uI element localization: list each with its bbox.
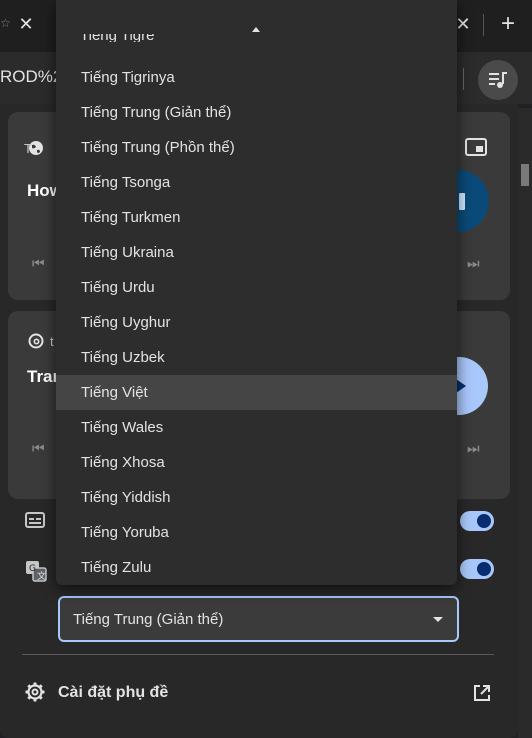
language-option[interactable]: Tiếng Ukraina xyxy=(56,235,457,270)
scrollbar-thumb[interactable] xyxy=(521,164,529,186)
toggle-knob xyxy=(477,514,491,528)
caption-language-select[interactable]: Tiếng Trung (Giản thể) xyxy=(58,596,459,642)
language-option[interactable]: Tiếng Zulu xyxy=(56,550,457,585)
language-option[interactable]: Tiếng Tsonga xyxy=(56,165,457,200)
translate-icon: G 文 xyxy=(26,561,47,582)
previous-track-icon-2[interactable]: ⏮ xyxy=(32,440,45,457)
gear-icon xyxy=(25,682,45,702)
open-in-new-icon[interactable] xyxy=(472,683,492,703)
language-option[interactable]: Tiếng Uzbek xyxy=(56,340,457,375)
divider xyxy=(22,654,494,655)
tab-separator xyxy=(483,14,484,36)
page-scrollbar[interactable] xyxy=(518,108,532,738)
chevron-down-icon xyxy=(433,617,443,622)
previous-track-icon[interactable]: ⏮ xyxy=(32,255,45,272)
address-bar-text[interactable]: ROD%2 xyxy=(0,67,62,87)
language-option[interactable]: Tiếng Yiddish xyxy=(56,480,457,515)
language-option[interactable]: Tiếng Turkmen xyxy=(56,200,457,235)
translate-toggle[interactable] xyxy=(460,559,494,579)
live-caption-toggle[interactable] xyxy=(460,511,494,531)
next-track-icon-2[interactable]: ⏭ xyxy=(467,440,480,457)
threads-icon xyxy=(28,333,44,349)
language-option[interactable]: Tiếng Xhosa xyxy=(56,445,457,480)
svg-text:文: 文 xyxy=(37,570,46,582)
closed-caption-icon xyxy=(25,512,45,528)
language-dropdown-list[interactable]: Tiếng Tigre Tiếng TigrinyaTiếng Trung (G… xyxy=(56,0,457,585)
language-option[interactable]: Tiếng Tigrinya xyxy=(56,60,457,95)
next-track-icon[interactable]: ⏭ xyxy=(467,255,480,272)
svg-text:G: G xyxy=(29,564,36,574)
language-option[interactable]: Tiếng Urdu xyxy=(56,270,457,305)
language-option[interactable]: Tiếng Việt xyxy=(56,375,457,410)
bookmark-star-icon[interactable]: ☆ xyxy=(0,16,11,30)
picture-in-picture-icon[interactable] xyxy=(465,138,487,156)
media-source-label-1: T xyxy=(24,141,32,156)
queue-music-icon xyxy=(489,72,507,88)
language-option[interactable]: Tiếng Wales xyxy=(56,410,457,445)
tab-close-button[interactable]: ✕ xyxy=(14,12,38,36)
language-option[interactable]: Tiếng Uyghur xyxy=(56,305,457,340)
toggle-knob-2 xyxy=(477,562,491,576)
language-option[interactable]: Tiếng Trung (Phồn thể) xyxy=(56,130,457,165)
toolbar-separator xyxy=(463,68,464,90)
language-option[interactable]: Tiếng Trung (Giản thể) xyxy=(56,95,457,130)
language-option[interactable]: Tiếng Yoruba xyxy=(56,515,457,550)
pause-icon xyxy=(459,193,465,210)
media-controls-button[interactable] xyxy=(478,60,518,100)
scroll-up-arrow-icon[interactable] xyxy=(252,27,260,32)
select-value: Tiếng Trung (Giản thể) xyxy=(73,611,224,628)
caption-settings-link[interactable]: Cài đặt phụ đề xyxy=(58,684,168,702)
media-source-label-2: t xyxy=(50,334,54,349)
new-tab-button[interactable]: + xyxy=(494,10,522,38)
play-icon xyxy=(456,379,466,393)
clipped-option: Tiếng Tigre xyxy=(80,34,154,42)
